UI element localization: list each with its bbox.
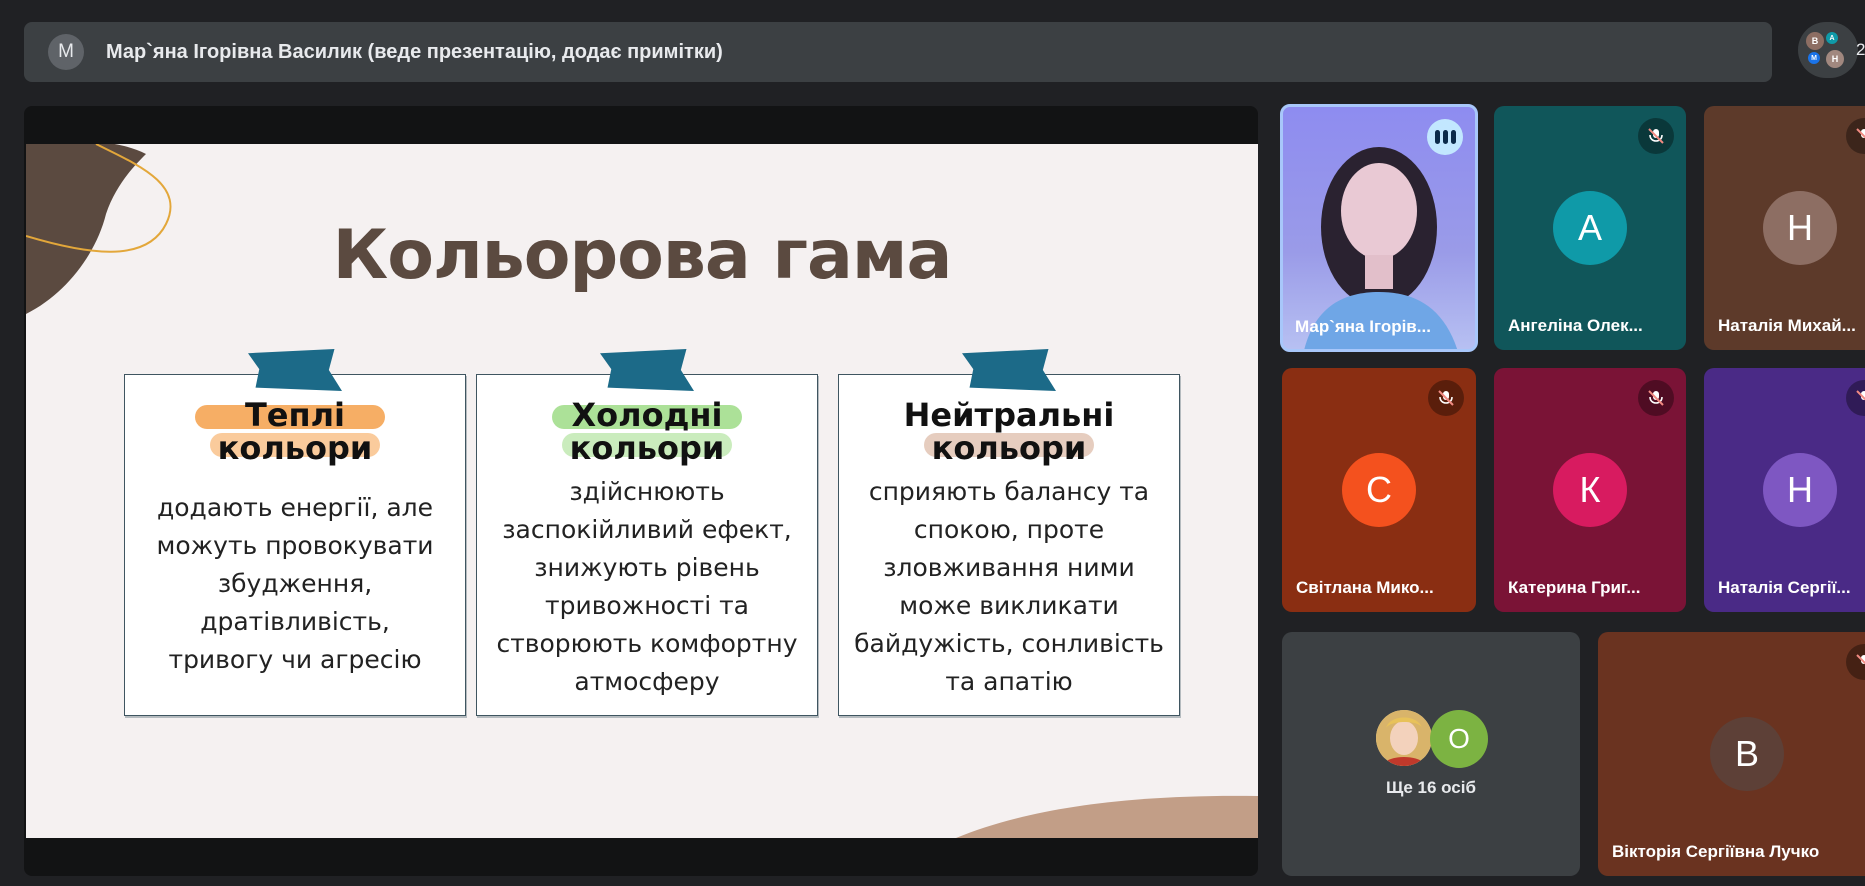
participant-name: Мар`яна Ігорів... <box>1295 317 1431 336</box>
participant-tile[interactable]: Н Наталія Сергії... <box>1704 368 1865 612</box>
card-heading: Холодні кольори <box>477 399 817 465</box>
mini-avatar: М <box>1808 52 1820 64</box>
more-participants-tile[interactable]: О Ще 16 осіб <box>1282 632 1580 876</box>
participants-cluster-button[interactable]: В А М Н <box>1798 22 1858 78</box>
participant-avatar: Н <box>1763 191 1837 265</box>
mic-off-icon <box>1638 380 1674 416</box>
card-line: знижують рівень <box>534 553 760 582</box>
card-line: здійснюють <box>569 477 725 506</box>
card-line: дратівливість, <box>200 607 390 636</box>
participant-tile[interactable]: А Ангеліна Олек... <box>1494 106 1686 350</box>
participant-photo-avatar <box>1376 710 1432 766</box>
card-line: тривогу чи агресію <box>168 645 422 674</box>
participant-count: 2 <box>1856 40 1865 59</box>
card-line: додають енергії, але <box>156 493 434 522</box>
participant-avatar: С <box>1342 453 1416 527</box>
mic-off-icon <box>1428 380 1464 416</box>
neutral-colors-card: Нейтральні кольори сприяють балансу та с… <box>838 349 1180 716</box>
presenter-avatar: M <box>48 34 84 70</box>
tape-decoration <box>248 349 342 391</box>
participant-avatar: А <box>1553 191 1627 265</box>
participant-avatar: О <box>1430 710 1488 768</box>
tape-decoration <box>962 349 1056 391</box>
card-line: тривожності та <box>545 591 749 620</box>
card-heading-line2: кольори <box>569 429 725 467</box>
participant-tile[interactable]: С Світлана Мико... <box>1282 368 1476 612</box>
participant-avatar: Н <box>1763 453 1837 527</box>
participant-name: Катерина Григ... <box>1508 578 1641 597</box>
presentation-slide: Кольорова гама Теплі кольори додають ене… <box>26 144 1258 838</box>
participant-avatar: К <box>1553 453 1627 527</box>
card-line: байдужість, сонливість <box>854 629 1164 658</box>
participant-tile-video[interactable]: Мар`яна Ігорів... <box>1280 104 1478 352</box>
participant-name: Ангеліна Олек... <box>1508 316 1643 335</box>
mic-off-icon <box>1638 118 1674 154</box>
card-heading: Теплі кольори <box>125 399 465 465</box>
card-line: створюють комфортну <box>496 629 798 658</box>
speaking-indicator-icon <box>1427 119 1463 155</box>
card-heading: Нейтральні кольори <box>839 399 1179 465</box>
warm-colors-card: Теплі кольори додають енергії, але можут… <box>124 349 466 716</box>
card-line: сприяють балансу та <box>868 477 1150 506</box>
card-line: спокою, проте <box>913 515 1105 544</box>
mini-avatar: Н <box>1826 50 1844 68</box>
participant-name: Вікторія Сергіївна Лучко <box>1612 842 1820 861</box>
card-body: додають енергії, але можуть провокувати … <box>125 489 465 679</box>
presenter-label: Мар`яна Ігорівна Василик (веде презентац… <box>106 40 723 63</box>
cold-colors-card: Холодні кольори здійснюють заспокійливий… <box>476 349 818 716</box>
card-line: можуть провокувати <box>156 531 434 560</box>
card-line: атмосферу <box>574 667 720 696</box>
card-line: заспокійливий ефект, <box>502 515 792 544</box>
participant-name: Наталія Сергії... <box>1718 578 1851 597</box>
card-heading-line2: кольори <box>931 429 1087 467</box>
participant-name: Наталія Михай... <box>1718 316 1856 335</box>
mini-avatar: А <box>1826 32 1838 44</box>
presenter-banner: M Мар`яна Ігорівна Василик (веде презент… <box>24 22 1772 82</box>
participant-tile[interactable]: Н Наталія Михай... <box>1704 106 1865 350</box>
mic-off-icon <box>1846 644 1865 680</box>
participant-avatar: В <box>1710 717 1784 791</box>
card-body: сприяють балансу та спокою, проте зловжи… <box>839 473 1179 701</box>
mic-off-icon <box>1846 380 1865 416</box>
participant-name: Світлана Мико... <box>1296 578 1434 597</box>
participant-tile[interactable]: К Катерина Григ... <box>1494 368 1686 612</box>
mic-off-icon <box>1846 118 1865 154</box>
slide-title: Кольорова гама <box>332 216 953 295</box>
mini-avatar: В <box>1806 32 1824 50</box>
card-line: та апатію <box>945 667 1073 696</box>
more-participants-label: Ще 16 осіб <box>1386 778 1476 797</box>
participant-tile[interactable]: В Вікторія Сергіївна Лучко <box>1598 632 1865 876</box>
card-line: може викликати <box>899 591 1119 620</box>
card-line: збудження, <box>217 569 373 598</box>
presentation-frame: Кольорова гама Теплі кольори додають ене… <box>24 106 1258 876</box>
card-body: здійснюють заспокійливий ефект, знижують… <box>477 473 817 701</box>
card-heading-line2: кольори <box>217 429 373 467</box>
tape-decoration <box>600 349 694 391</box>
card-line: зловживання ними <box>883 553 1135 582</box>
